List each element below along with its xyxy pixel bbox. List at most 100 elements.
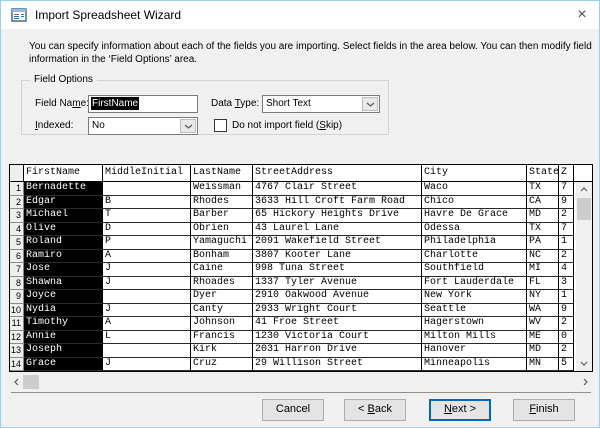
cell-street[interactable]: 2031 Harron Drive [253,344,422,358]
cell-last[interactable]: Barber [191,209,253,223]
cell-state[interactable]: NY [527,290,559,304]
cell-middle[interactable]: P [103,236,191,250]
cell-zip[interactable]: 9 [559,304,574,318]
cell-zip[interactable]: 1 [559,290,574,304]
cell-middle[interactable]: J [103,304,191,318]
cell-first[interactable]: Roland [24,236,103,250]
data-type-dropdown-button[interactable] [362,97,378,111]
cell-middle[interactable]: J [103,263,191,277]
cell-state[interactable]: MN [527,358,559,372]
cell-last[interactable]: Canty [191,304,253,318]
cell-middle[interactable]: D [103,223,191,237]
cell-last[interactable]: Johnson [191,317,253,331]
cell-city[interactable]: Hagerstown [422,317,527,331]
cell-last[interactable]: Weissman [191,182,253,196]
cell-zip[interactable]: 4 [559,263,574,277]
cell-city[interactable]: Hanover [422,344,527,358]
column-header-streetaddress[interactable]: StreetAddress [253,165,422,181]
cell-street[interactable]: 41 Froe Street [253,317,422,331]
cell-street[interactable]: 1337 Tyler Avenue [253,277,422,291]
cell-first[interactable]: Jose [24,263,103,277]
back-button[interactable]: < Back [344,399,406,421]
cell-first[interactable]: Olive [24,223,103,237]
skip-checkbox[interactable] [214,119,227,132]
cell-state[interactable]: TX [527,223,559,237]
cell-first[interactable]: Joyce [24,290,103,304]
cell-middle[interactable] [103,290,191,304]
cell-city[interactable]: Seattle [422,304,527,318]
cell-zip[interactable]: 7 [559,182,574,196]
cell-state[interactable]: WA [527,304,559,318]
vertical-scroll-thumb[interactable] [577,198,591,220]
cell-state[interactable]: TX [527,182,559,196]
cell-street[interactable]: 998 Tuna Street [253,263,422,277]
cell-first[interactable]: Michael [24,209,103,223]
column-header-lastname[interactable]: LastName [191,165,253,181]
cell-first[interactable]: Grace [24,358,103,372]
cell-zip[interactable]: 7 [559,223,574,237]
cell-last[interactable]: Bonham [191,250,253,264]
cell-street[interactable]: 2933 Wright Court [253,304,422,318]
cell-middle[interactable]: L [103,331,191,345]
cell-last[interactable]: Yamaguchi [191,236,253,250]
cell-state[interactable]: CA [527,196,559,210]
cell-middle[interactable]: J [103,358,191,372]
column-header-state[interactable]: State [527,165,559,181]
cell-first[interactable]: Annie [24,331,103,345]
cell-city[interactable]: Milton Mills [422,331,527,345]
cell-last[interactable]: Rhodes [191,196,253,210]
cell-middle[interactable] [103,344,191,358]
cell-middle[interactable]: T [103,209,191,223]
cell-last[interactable]: Caine [191,263,253,277]
cell-street[interactable]: 2910 Oakwood Avenue [253,290,422,304]
cell-last[interactable]: Obrien [191,223,253,237]
horizontal-scroll-thumb[interactable] [23,375,39,389]
column-header-middleinitial[interactable]: MiddleInitial [103,165,191,181]
cell-city[interactable]: Minneapolis [422,358,527,372]
cell-street[interactable]: 3807 Kooter Lane [253,250,422,264]
horizontal-scrollbar[interactable] [9,374,593,390]
cell-first[interactable]: Joseph [24,344,103,358]
cell-zip[interactable]: 0 [559,331,574,345]
cell-zip[interactable]: 2 [559,250,574,264]
cell-first[interactable]: Timothy [24,317,103,331]
cell-middle[interactable]: A [103,250,191,264]
cell-street[interactable]: 1230 Victoria Court [253,331,422,345]
cell-street[interactable]: 4767 Clair Street [253,182,422,196]
cell-zip[interactable]: 2 [559,209,574,223]
cell-street[interactable]: 2091 Wakefield Street [253,236,422,250]
cell-zip[interactable]: 9 [559,196,574,210]
cell-city[interactable]: Philadelphia [422,236,527,250]
column-header-firstname[interactable]: FirstName [24,165,103,181]
cell-middle[interactable]: J [103,277,191,291]
cell-state[interactable]: WV [527,317,559,331]
cell-last[interactable]: Cruz [191,358,253,372]
cell-city[interactable]: New York [422,290,527,304]
cell-zip[interactable]: 2 [559,344,574,358]
vertical-scrollbar[interactable] [576,182,592,371]
cancel-button[interactable]: Cancel [262,399,324,421]
cell-state[interactable]: MI [527,263,559,277]
cell-last[interactable]: Kirk [191,344,253,358]
cell-zip[interactable]: 3 [559,277,574,291]
cell-last[interactable]: Francis [191,331,253,345]
cell-street[interactable]: 43 Laurel Lane [253,223,422,237]
indexed-select[interactable]: No [88,117,198,135]
cell-city[interactable]: Charlotte [422,250,527,264]
field-name-input[interactable]: FirstName [88,95,198,113]
cell-first[interactable]: Shawna [24,277,103,291]
cell-last[interactable]: Rhoades [191,277,253,291]
cell-city[interactable]: Southfield [422,263,527,277]
cell-zip[interactable]: 2 [559,317,574,331]
cell-city[interactable]: Fort Lauderdale [422,277,527,291]
close-button[interactable]: × [570,3,594,27]
cell-first[interactable]: Bernadette [24,182,103,196]
cell-city[interactable]: Waco [422,182,527,196]
indexed-dropdown-button[interactable] [180,119,196,133]
cell-first[interactable]: Ramiro [24,250,103,264]
column-header-city[interactable]: City [422,165,527,181]
cell-middle[interactable]: B [103,196,191,210]
cell-city[interactable]: Havre De Grace [422,209,527,223]
cell-last[interactable]: Dyer [191,290,253,304]
next-button[interactable]: Next > [429,399,491,421]
